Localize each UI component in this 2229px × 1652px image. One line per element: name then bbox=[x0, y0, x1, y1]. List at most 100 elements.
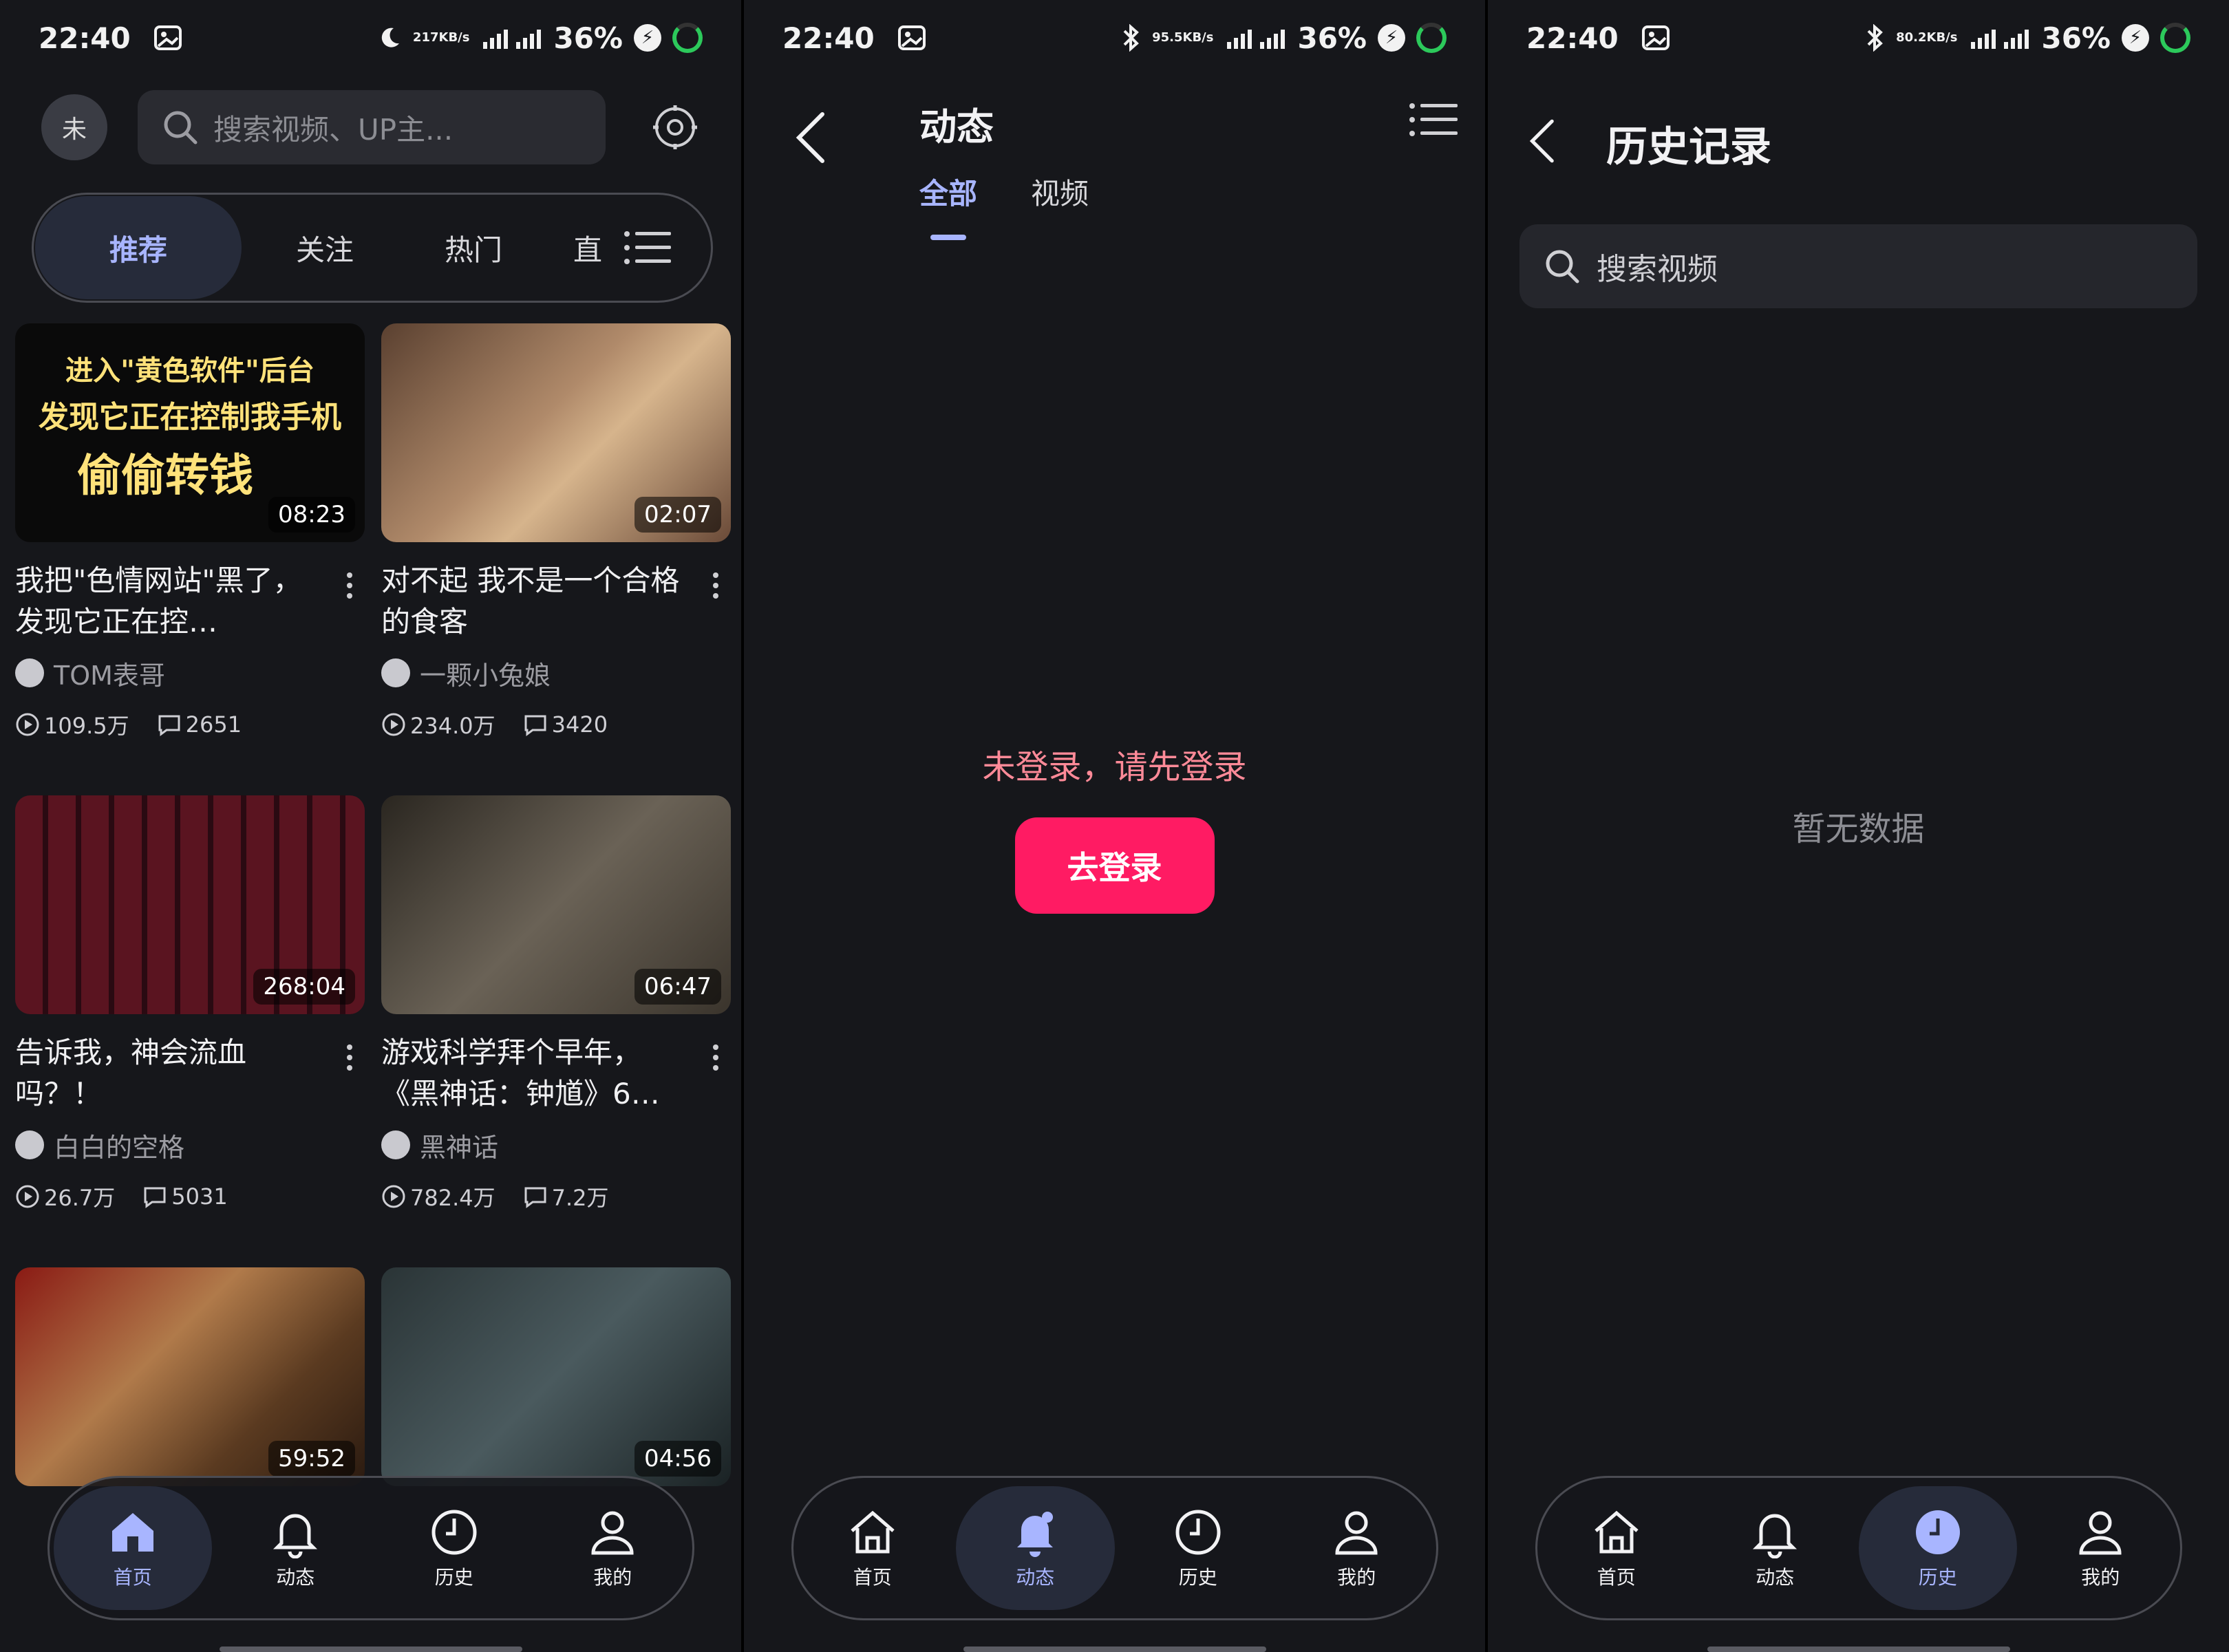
tab-menu-icon[interactable] bbox=[624, 230, 671, 266]
signal-icon bbox=[1968, 25, 2030, 50]
gallery-icon bbox=[897, 25, 926, 50]
thumb-caption-2: 发现它正在控制我手机 bbox=[39, 400, 341, 435]
video-thumbnail[interactable]: 04:56 bbox=[381, 1267, 731, 1486]
video-duration: 02:07 bbox=[634, 497, 721, 533]
nav-history[interactable]: 历史 bbox=[1119, 1486, 1278, 1610]
video-card[interactable]: 59:52 bbox=[15, 1267, 365, 1486]
boost-icon: ⚡ bbox=[1378, 24, 1405, 52]
battery-ring-icon bbox=[672, 23, 703, 53]
status-time: 22:40 bbox=[782, 21, 875, 55]
signal-icon bbox=[480, 25, 542, 50]
tab-all[interactable]: 全部 bbox=[919, 171, 977, 240]
video-author[interactable]: 黑神话 bbox=[381, 1124, 731, 1166]
nav-mine[interactable]: 我的 bbox=[533, 1486, 692, 1610]
video-thumbnail[interactable]: 02:07 bbox=[381, 323, 731, 542]
video-author[interactable]: 一颗小兔娘 bbox=[381, 652, 731, 694]
nav-home[interactable]: 首页 bbox=[53, 1486, 212, 1610]
login-button[interactable]: 去登录 bbox=[1014, 817, 1215, 914]
video-title[interactable]: 游戏科学拜个早年，《黑神话：钟馗》6… bbox=[381, 1032, 684, 1115]
network-speed: 217 KB/s bbox=[412, 30, 470, 45]
play-count-icon bbox=[382, 1185, 405, 1208]
video-author[interactable]: TOM表哥 bbox=[15, 652, 365, 694]
video-title[interactable]: 对不起 我不是一个合格的食客 bbox=[381, 560, 684, 643]
nav-dynamics[interactable]: 动态 bbox=[216, 1486, 375, 1610]
thumb-caption-3: 偷偷转钱 bbox=[77, 451, 253, 502]
video-thumbnail[interactable]: 268:04 bbox=[15, 795, 365, 1014]
video-author[interactable]: 白白的空格 bbox=[15, 1124, 365, 1166]
video-card[interactable]: 268:04 告诉我，神会流血吗？！ 白白的空格 26.7万 5031 bbox=[15, 795, 365, 1212]
video-card[interactable]: 06:47 游戏科学拜个早年，《黑神话：钟馗》6… 黑神话 782.4万 7.2… bbox=[381, 795, 731, 1212]
empty-state: 暂无数据 bbox=[1792, 810, 1925, 848]
bluetooth-icon bbox=[1864, 24, 1885, 52]
network-speed: 95.5 KB/s bbox=[1152, 30, 1214, 45]
signal-icon bbox=[1224, 25, 1286, 50]
video-card[interactable]: 02:07 对不起 我不是一个合格的食客 一颗小兔娘 234.0万 3420 bbox=[381, 323, 731, 740]
comment-count: 5031 bbox=[171, 1183, 228, 1210]
video-thumbnail[interactable]: 06:47 bbox=[381, 795, 731, 1014]
search-placeholder: 搜索视频 bbox=[1597, 252, 1718, 287]
page-title: 历史记录 bbox=[1606, 123, 1771, 171]
user-icon bbox=[591, 1511, 634, 1555]
nav-mine[interactable]: 我的 bbox=[1277, 1486, 1436, 1610]
home-tab-bar: 推荐 关注 热门 直 bbox=[32, 193, 713, 303]
nav-home[interactable]: 首页 bbox=[1537, 1486, 1696, 1610]
comment-count: 2651 bbox=[185, 711, 242, 738]
video-duration: 08:23 bbox=[268, 497, 355, 533]
video-duration: 06:47 bbox=[634, 969, 721, 1005]
tab-video[interactable]: 视频 bbox=[1031, 171, 1089, 213]
dynamics-tabs: 全部 视频 bbox=[919, 171, 1089, 240]
bottom-nav: 首页 动态 历史 我的 bbox=[791, 1476, 1438, 1620]
tab-hot[interactable]: 热门 bbox=[408, 227, 539, 269]
nav-home[interactable]: 首页 bbox=[793, 1486, 952, 1610]
list-menu-icon[interactable] bbox=[1409, 102, 1458, 138]
video-title[interactable]: 告诉我，神会流血吗？！ bbox=[15, 1032, 318, 1115]
view-count: 109.5万 bbox=[44, 713, 129, 739]
battery-ring-icon bbox=[2160, 23, 2190, 53]
comment-icon bbox=[524, 715, 546, 736]
status-time: 22:40 bbox=[1526, 21, 1619, 55]
home-screen: 22:40 217 KB/s 36% ⚡ 未 搜索视频、UP主... 推荐 关注… bbox=[0, 0, 741, 1652]
play-count-icon bbox=[16, 1185, 39, 1208]
comment-icon bbox=[158, 715, 180, 736]
tab-live[interactable]: 直 bbox=[557, 227, 619, 269]
tab-follow[interactable]: 关注 bbox=[259, 227, 390, 269]
clock-icon bbox=[1175, 1510, 1221, 1555]
bottom-nav: 首页 动态 历史 我的 bbox=[1535, 1476, 2182, 1620]
video-card[interactable]: 进入"黄色软件"后台 发现它正在控制我手机 偷偷转钱 08:23 我把"色情网站… bbox=[15, 323, 365, 740]
tab-recommend[interactable]: 推荐 bbox=[35, 196, 242, 299]
back-arrow-icon[interactable] bbox=[792, 110, 828, 165]
nav-history[interactable]: 历史 bbox=[375, 1486, 534, 1610]
video-thumbnail[interactable]: 进入"黄色软件"后台 发现它正在控制我手机 偷偷转钱 08:23 bbox=[15, 323, 365, 542]
gear-icon[interactable] bbox=[650, 103, 700, 152]
video-title[interactable]: 我把"色情网站"黑了，发现它正在控… bbox=[15, 560, 318, 643]
nav-mine[interactable]: 我的 bbox=[2021, 1486, 2180, 1610]
home-indicator[interactable] bbox=[1707, 1646, 2010, 1652]
more-options-icon[interactable] bbox=[347, 572, 352, 603]
more-options-icon[interactable] bbox=[713, 1044, 718, 1075]
video-thumbnail[interactable]: 59:52 bbox=[15, 1267, 365, 1486]
home-icon bbox=[111, 1513, 153, 1552]
comment-icon bbox=[144, 1187, 166, 1208]
bell-icon bbox=[273, 1514, 318, 1558]
search-input[interactable]: 搜索视频、UP主... bbox=[138, 90, 606, 164]
author-avatar bbox=[15, 1130, 44, 1159]
video-stats: 782.4万 7.2万 bbox=[381, 1181, 731, 1212]
bell-icon bbox=[1753, 1514, 1798, 1558]
more-options-icon[interactable] bbox=[347, 1044, 352, 1075]
home-indicator[interactable] bbox=[963, 1646, 1266, 1652]
clock-icon bbox=[431, 1510, 477, 1555]
author-avatar bbox=[381, 1130, 410, 1159]
history-screen: 22:40 80.2 KB/s 36% ⚡ 历史记录 搜索视频 暂无数据 首页 … bbox=[1488, 0, 2229, 1652]
author-avatar bbox=[381, 658, 410, 687]
view-count: 782.4万 bbox=[410, 1185, 495, 1211]
thumb-caption-1: 进入"黄色软件"后台 bbox=[65, 355, 314, 387]
home-indicator[interactable] bbox=[219, 1646, 522, 1652]
more-options-icon[interactable] bbox=[713, 572, 718, 603]
history-search-input[interactable]: 搜索视频 bbox=[1519, 224, 2197, 308]
nav-history[interactable]: 历史 bbox=[1858, 1486, 2017, 1610]
nav-dynamics[interactable]: 动态 bbox=[956, 1486, 1115, 1610]
avatar[interactable]: 未 bbox=[41, 94, 107, 160]
back-arrow-icon[interactable] bbox=[1526, 117, 1557, 165]
video-card[interactable]: 04:56 bbox=[381, 1267, 731, 1486]
nav-dynamics[interactable]: 动态 bbox=[1696, 1486, 1855, 1610]
